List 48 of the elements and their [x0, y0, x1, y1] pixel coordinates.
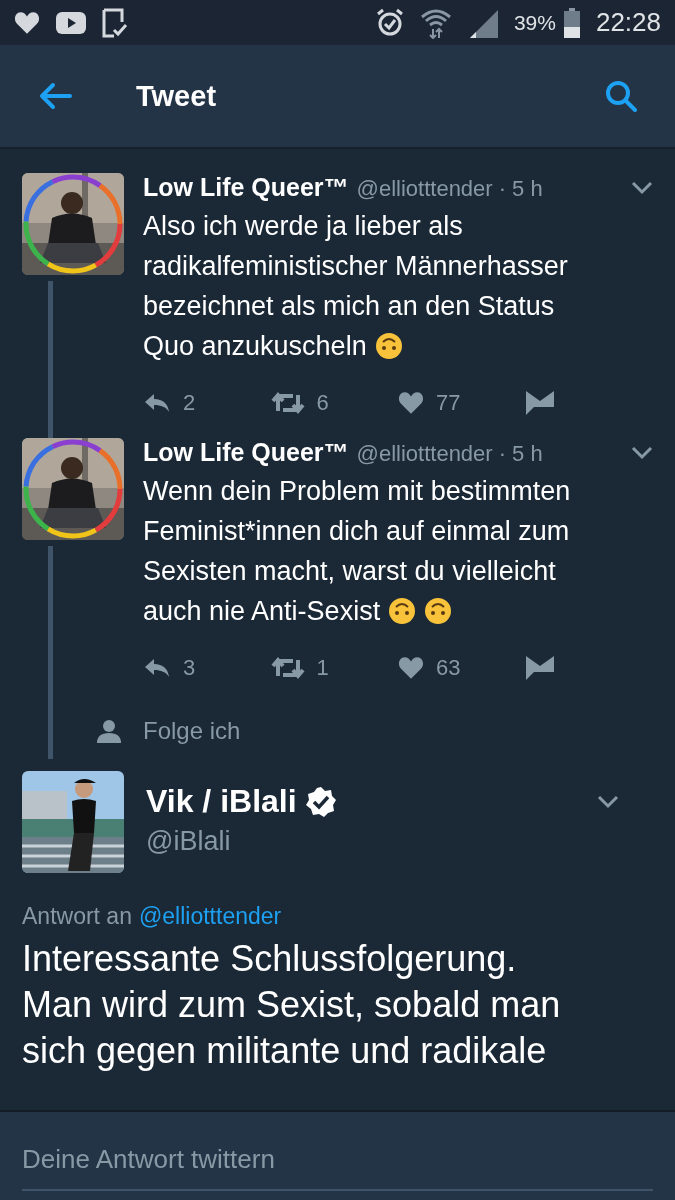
heart-icon[interactable]: [398, 656, 424, 680]
alarm-icon: [375, 7, 404, 38]
search-icon[interactable]: [605, 80, 637, 112]
tablet-check-icon: [102, 7, 128, 38]
chevron-down-icon[interactable]: [631, 445, 653, 460]
chevron-down-icon[interactable]: [631, 180, 653, 195]
tweet-text: Interessante Schlussfolgerung. Man wird zum Sexist, sobald man sich gegen militante und radikale: [22, 937, 562, 1073]
mention-link[interactable]: @elliotttender: [138, 903, 282, 930]
reply-icon[interactable]: [143, 657, 171, 679]
tweet-text: Also ich werde ja lieber als radikalfeministischer Männerhasser bezeichnet als mich an den Status Quo anzukuscheln: [143, 210, 569, 363]
social-context: Folge ich: [143, 717, 241, 745]
video-icon: [56, 11, 86, 34]
retweet-icon[interactable]: [270, 391, 305, 415]
timestamp: · 5 h: [498, 176, 543, 202]
emoji-icon: [424, 597, 453, 625]
battery-icon: [563, 7, 580, 38]
envelope-icon[interactable]: [525, 656, 554, 680]
emoji-icon: [374, 332, 403, 360]
retweet-icon[interactable]: [270, 656, 305, 680]
emoji-icon: [388, 597, 417, 625]
chevron-down-icon[interactable]: [597, 795, 619, 809]
username[interactable]: @iBlali: [146, 826, 337, 857]
page-title: Tweet: [136, 79, 217, 113]
display-name[interactable]: Low Life Queer™: [143, 438, 349, 467]
reply-field[interactable]: Deine Antwort twittern: [0, 1110, 675, 1200]
reply-count: 2: [183, 390, 196, 416]
reply-icon[interactable]: [143, 392, 171, 414]
timestamp: · 5 h: [498, 441, 543, 467]
back-arrow-icon[interactable]: [38, 82, 72, 110]
display-name[interactable]: Low Life Queer™: [143, 173, 349, 202]
tweet-text: Wenn dein Problem mit bestimmten Feminist*innen dich auf einmal zum Sexisten macht, warst du vielleicht auch nie Anti-Sexist: [143, 475, 572, 628]
reply-label: Antwort an: [22, 903, 132, 930]
reply-count: 3: [183, 655, 196, 681]
retweet-count: 6: [316, 390, 329, 416]
display-name[interactable]: Vik / iBlali: [146, 783, 297, 820]
username[interactable]: @elliotttender: [356, 441, 493, 467]
battery-percent: 39%: [513, 10, 556, 35]
retweet-count: 1: [316, 655, 329, 681]
like-count: 77: [436, 390, 461, 416]
person-icon: [97, 719, 121, 743]
heart-icon[interactable]: [398, 391, 424, 415]
username[interactable]: @elliotttender: [356, 176, 493, 202]
clock: 22:28: [595, 7, 661, 38]
like-count: 63: [436, 655, 461, 681]
heart-icon: [14, 10, 40, 35]
reply-input[interactable]: Deine Antwort twittern: [22, 1136, 653, 1191]
wifi-icon: [419, 6, 452, 39]
envelope-icon[interactable]: [525, 391, 554, 415]
